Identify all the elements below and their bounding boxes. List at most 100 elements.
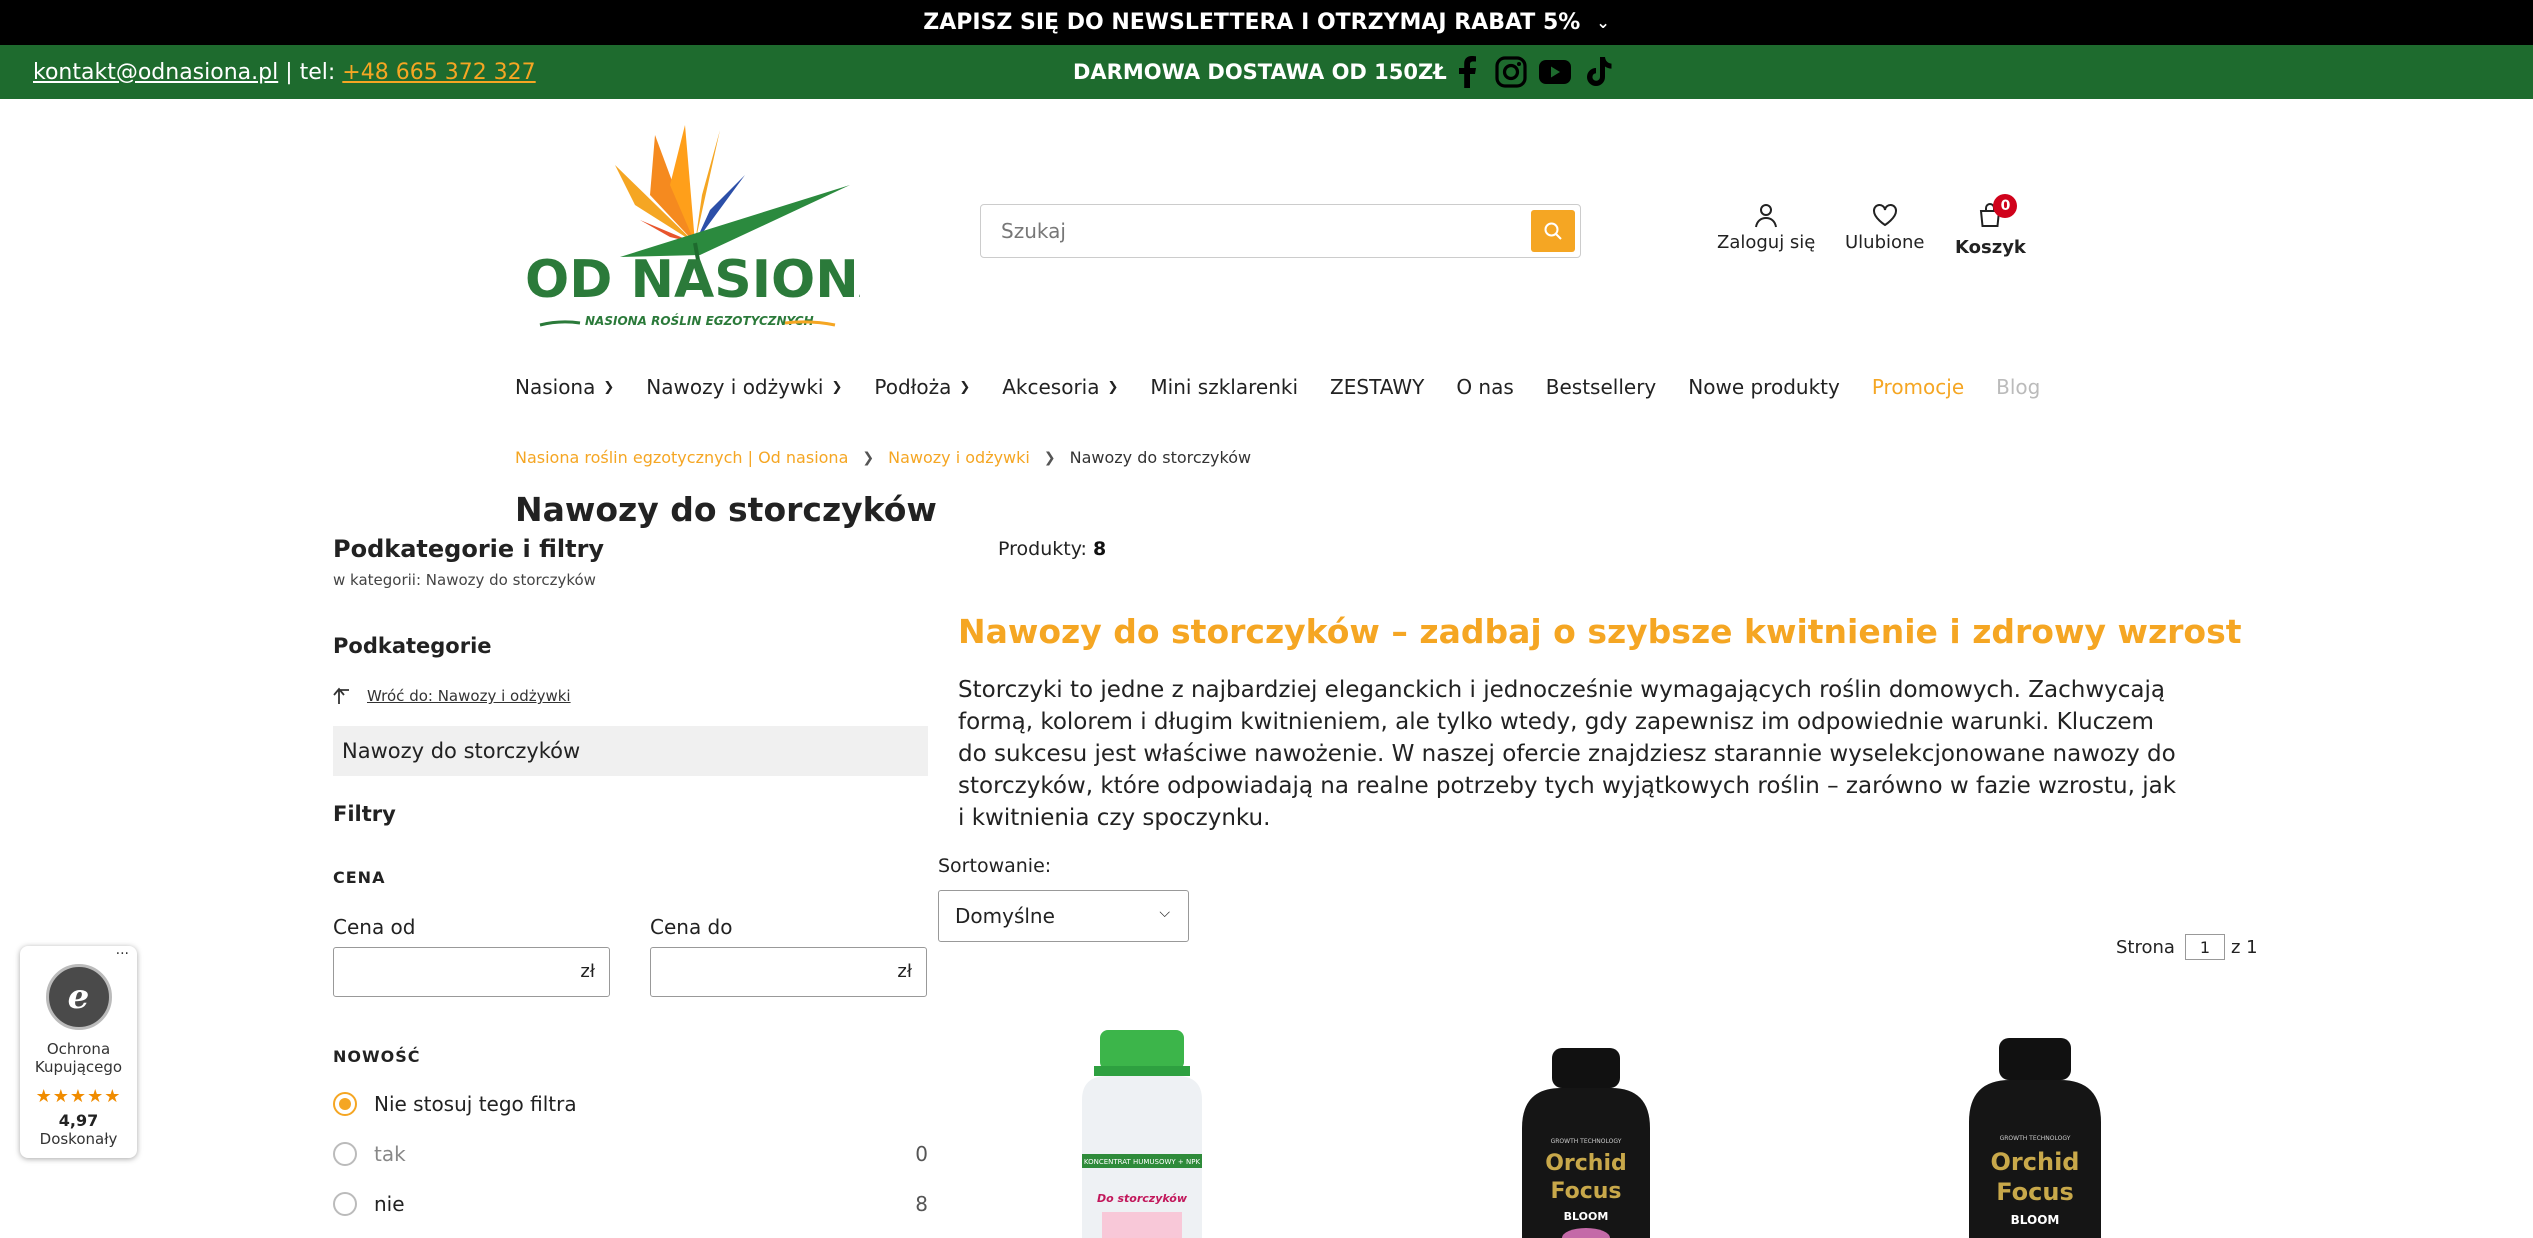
trusted-shops-badge[interactable]: ··· e Ochrona Kupującego ★★★★★ 4,97 Dosk… [20, 946, 137, 1158]
svg-text:NASIONA ROŚLIN EGZOTYCZNYCH: NASIONA ROŚLIN EGZOTYCZNYCH [585, 313, 814, 328]
nav-item-o-nas[interactable]: O nas [1456, 375, 1513, 399]
nav-label: Mini szklarenki [1150, 375, 1299, 399]
radio-selected-icon [333, 1092, 357, 1116]
current-subcategory[interactable]: Nawozy do storczyków [333, 726, 928, 776]
breadcrumb-home-link[interactable]: Nasiona roślin egzotycznych | Od nasiona [515, 448, 848, 467]
radio-label: Nie stosuj tego filtra [374, 1092, 577, 1116]
sidebar-heading: Podkategorie i filtry [333, 535, 605, 563]
nav-item-promocje[interactable]: Promocje [1872, 375, 1964, 399]
free-shipping-text: DARMOWA DOSTAWA OD 150ZŁ [1073, 60, 1447, 84]
social-links [1450, 55, 1616, 89]
breadcrumb: Nasiona roślin egzotycznych | Od nasiona… [515, 448, 1251, 467]
chevron-right-icon: ❯ [1043, 449, 1056, 466]
nav-item-akcesoria[interactable]: Akcesoria ❯ [1002, 375, 1118, 399]
tiktok-icon[interactable] [1582, 55, 1616, 89]
svg-text:GROWTH TECHNOLOGY: GROWTH TECHNOLOGY [2000, 1135, 2071, 1142]
sort-label: Sortowanie: [938, 855, 1052, 877]
nav-item-nawozy[interactable]: Nawozy i odżywki ❯ [646, 375, 842, 399]
svg-text:KONCENTRAT HUMUSOWY + NPK: KONCENTRAT HUMUSOWY + NPK [1084, 1158, 1201, 1166]
main-nav: Nasiona ❯ Nawozy i odżywki ❯ Podłoża ❯ Akce… [515, 372, 2040, 402]
phone-link[interactable]: +48 665 372 327 [342, 60, 535, 85]
products-count: Produkty: 8 [998, 538, 1106, 560]
svg-text:Focus: Focus [1996, 1178, 2074, 1206]
trust-line1: Ochrona [46, 1040, 111, 1058]
price-to-label: Cena do [650, 915, 733, 939]
youtube-icon[interactable] [1538, 55, 1572, 89]
nav-item-zestawy[interactable]: ZESTAWY [1330, 375, 1424, 399]
nav-label: Nowe produkty [1688, 375, 1840, 399]
contact-info: kontakt@odnasiona.pl | tel: +48 665 372 … [33, 45, 536, 99]
rating-score: 4,97 [58, 1111, 99, 1130]
instagram-icon[interactable] [1494, 55, 1528, 89]
currency-label: zł [897, 961, 912, 982]
chevron-down-icon: ❯ [1107, 379, 1119, 395]
favorites-button[interactable]: Ulubione [1845, 202, 1925, 253]
bird-of-paradise-icon [615, 125, 850, 261]
sort-value: Domyślne [955, 904, 1055, 928]
nav-label: Nasiona [515, 375, 596, 399]
search-button[interactable] [1531, 210, 1575, 252]
newsletter-text: ZAPISZ SIĘ DO NEWSLETTERA I OTRZYMAJ RAB… [923, 10, 1581, 35]
return-arrow-icon [333, 687, 349, 704]
nav-item-bestsellery[interactable]: Bestsellery [1546, 375, 1657, 399]
sort-select[interactable]: Domyślne ⌵ [938, 890, 1189, 942]
svg-text:BLOOM: BLOOM [1564, 1210, 1609, 1223]
site-logo[interactable]: OD NASIONA NASIONA ROŚLIN EGZOTYCZNYCH [520, 125, 899, 335]
svg-text:Focus: Focus [1550, 1179, 1621, 1204]
login-button[interactable]: Zaloguj się [1717, 202, 1815, 253]
filters-heading: Filtry [333, 802, 396, 826]
novelty-filter-heading: NOWOŚĆ [333, 1047, 421, 1066]
svg-text:Orchid: Orchid [1545, 1151, 1627, 1176]
nav-item-mini-szklarenki[interactable]: Mini szklarenki [1150, 375, 1298, 399]
breadcrumb-parent-link[interactable]: Nawozy i odżywki [888, 448, 1030, 467]
novelty-option-any[interactable]: Nie stosuj tego filtra [333, 1092, 928, 1116]
back-to-parent-link[interactable]: Wróć do: Nawozy i odżywki [367, 687, 571, 705]
nav-item-nowe-produkty[interactable]: Nowe produkty [1688, 375, 1840, 399]
cart-count-badge: 0 [1993, 194, 2018, 218]
newsletter-bar[interactable]: ZAPISZ SIĘ DO NEWSLETTERA I OTRZYMAJ RAB… [0, 0, 2533, 45]
category-description-heading: Nawozy do storczyków – zadbaj o szybsze … [958, 612, 2242, 651]
nav-label: Nawozy i odżywki [646, 375, 824, 399]
cart-button[interactable]: 0 Koszyk [1955, 194, 2026, 258]
nav-item-podloza[interactable]: Podłoża ❯ [874, 375, 970, 399]
option-count: 8 [915, 1192, 928, 1216]
svg-text:BLOOM: BLOOM [2011, 1213, 2060, 1227]
currency-label: zł [580, 961, 595, 982]
breadcrumb-current: Nawozy do storczyków [1069, 448, 1252, 467]
price-from-input[interactable]: zł [333, 947, 610, 997]
page-number-input[interactable]: 1 [2184, 934, 2225, 960]
heart-icon [1872, 204, 1897, 227]
novelty-option-yes[interactable]: tak 0 [333, 1142, 928, 1166]
more-icon[interactable]: ··· [116, 946, 129, 962]
product-image-3[interactable]: GROWTH TECHNOLOGY Orchid Focus BLOOM [1965, 1038, 2105, 1238]
radio-icon [333, 1192, 357, 1216]
subcategories-heading: Podkategorie [333, 634, 492, 658]
nav-label: Podłoża [874, 375, 952, 399]
novelty-option-no[interactable]: nie 8 [333, 1192, 928, 1216]
chevron-down-icon: ⌵ [1159, 905, 1170, 921]
search-bar [980, 204, 1581, 258]
svg-text:Orchid: Orchid [1991, 1148, 2080, 1176]
facebook-icon[interactable] [1450, 55, 1484, 89]
nav-label: ZESTAWY [1330, 375, 1425, 399]
nav-label: Akcesoria [1002, 375, 1100, 399]
price-from-label: Cena od [333, 915, 416, 939]
nav-label: Blog [1996, 375, 2041, 399]
nav-label: Bestsellery [1545, 375, 1657, 399]
chevron-down-icon: ❯ [959, 379, 971, 395]
price-to-input[interactable]: zł [650, 947, 927, 997]
chevron-down-icon: ❯ [831, 379, 843, 395]
product-image-1[interactable]: KONCENTRAT HUMUSOWY + NPK Do storczyków [1072, 1030, 1212, 1238]
sidebar-subheading: w kategorii: Nawozy do storczyków [333, 571, 596, 589]
nav-item-nasiona[interactable]: Nasiona ❯ [515, 375, 614, 399]
svg-text:Do storczyków: Do storczyków [1097, 1192, 1188, 1205]
search-input[interactable] [1001, 205, 1501, 257]
nav-label: O nas [1456, 375, 1514, 399]
nav-item-blog[interactable]: Blog [1996, 375, 2040, 399]
trust-line2: Kupującego [34, 1058, 123, 1076]
nav-label: Promocje [1871, 375, 1965, 399]
product-image-2[interactable]: GROWTH TECHNOLOGY Orchid Focus BLOOM [1516, 1048, 1656, 1238]
category-description-text: Storczyki to jedne z najbardziej eleganc… [958, 677, 2177, 831]
page-label: Strona [2116, 936, 2175, 958]
email-link[interactable]: kontakt@odnasiona.pl [33, 60, 278, 85]
